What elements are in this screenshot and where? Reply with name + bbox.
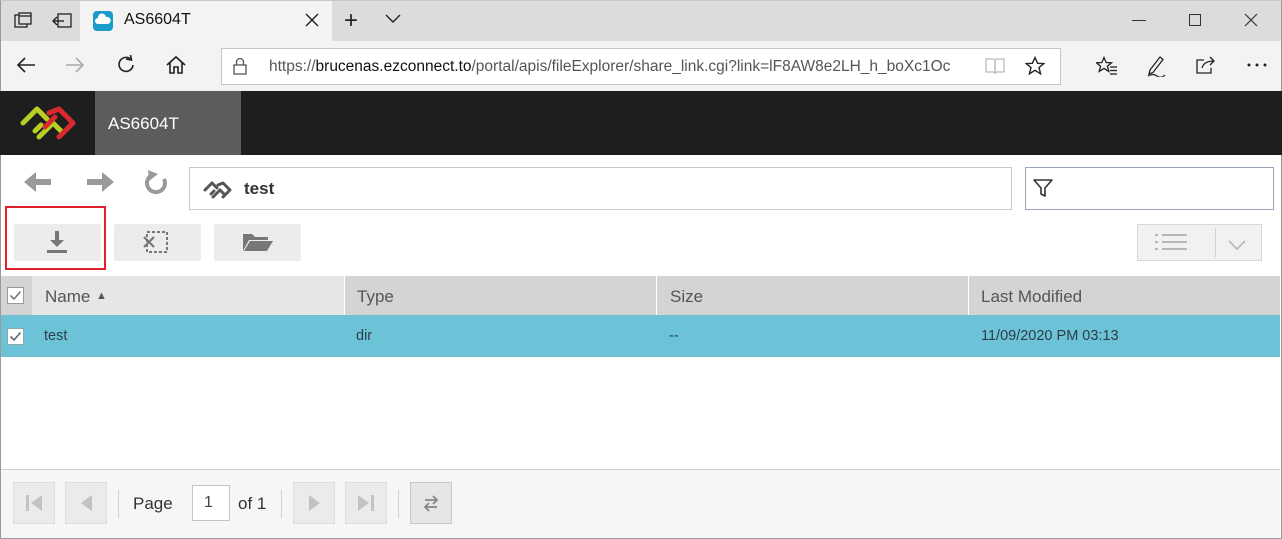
share-root-icon (203, 180, 233, 200)
next-page-button[interactable] (293, 482, 335, 524)
url-text[interactable]: https://brucenas.ezconnect.to/portal/api… (269, 58, 971, 76)
filter-input[interactable] (1025, 167, 1274, 210)
new-tab-button[interactable]: + (344, 9, 358, 33)
list-view-icon[interactable] (1154, 232, 1188, 252)
select-all-checkbox[interactable] (7, 287, 24, 304)
site-favicon-icon (93, 11, 113, 31)
favorites-icon[interactable] (1096, 56, 1118, 76)
maximize-window-button[interactable] (1189, 14, 1201, 26)
cell-name[interactable]: test (44, 328, 67, 344)
sort-ascending-icon: ▲ (96, 290, 107, 302)
minimize-window-button[interactable] (1132, 20, 1146, 21)
more-options-icon[interactable] (1247, 63, 1267, 67)
path-bar[interactable] (189, 167, 1012, 210)
cell-type: dir (356, 328, 373, 344)
first-page-button[interactable] (13, 482, 55, 524)
reading-view-icon[interactable] (985, 57, 1005, 75)
close-window-button[interactable] (1244, 13, 1258, 27)
column-header-type[interactable]: Type (357, 287, 394, 307)
column-divider (344, 276, 345, 315)
favorite-star-icon[interactable] (1025, 56, 1045, 76)
device-title: AS6604T (108, 114, 179, 133)
refresh-icon[interactable] (116, 55, 136, 75)
last-page-button[interactable] (345, 482, 387, 524)
nav-refresh-button[interactable] (144, 169, 170, 197)
column-divider (656, 276, 657, 315)
tab-title: AS6604T (124, 11, 191, 28)
view-selector-divider (1215, 228, 1216, 257)
page-label: Page (133, 494, 173, 513)
web-note-pen-icon[interactable] (1146, 55, 1166, 77)
page-count-label: of 1 (238, 494, 267, 513)
app-logo-icon (19, 103, 77, 143)
close-tab-icon[interactable] (304, 12, 320, 28)
cancel-selection-icon (143, 230, 169, 254)
forward-arrow-icon[interactable] (65, 56, 85, 74)
share-icon[interactable] (1195, 55, 1217, 75)
filter-funnel-icon (1032, 177, 1054, 199)
lock-icon[interactable] (233, 57, 247, 75)
previous-page-button[interactable] (65, 482, 107, 524)
back-arrow-icon[interactable] (16, 56, 36, 74)
column-header-name-label: Name (45, 287, 91, 306)
home-icon[interactable] (166, 55, 186, 75)
folder-open-icon (242, 232, 274, 252)
tab-actions-icon[interactable] (14, 12, 32, 30)
pager-divider (398, 490, 399, 518)
tab-list-chevron-icon[interactable] (385, 14, 401, 24)
cell-size: -- (669, 328, 679, 344)
download-highlight-box (5, 206, 106, 270)
browser-tab[interactable] (80, 1, 332, 41)
pager-refresh-button[interactable] (410, 482, 452, 524)
column-divider (968, 276, 969, 315)
page-number-input[interactable] (192, 485, 230, 521)
pager-divider (281, 490, 282, 518)
cell-last-modified: 11/09/2020 PM 03:13 (981, 328, 1119, 344)
column-header-last-modified[interactable]: Last Modified (981, 287, 1082, 307)
column-header-size[interactable]: Size (670, 287, 703, 307)
nav-back-button[interactable] (24, 172, 52, 192)
view-dropdown-chevron-icon[interactable] (1228, 240, 1246, 250)
set-tabs-aside-icon[interactable] (52, 12, 72, 30)
nav-forward-button[interactable] (86, 172, 114, 192)
pager-divider (118, 490, 119, 518)
row-checkbox[interactable] (7, 328, 24, 345)
current-path: test (244, 179, 275, 198)
